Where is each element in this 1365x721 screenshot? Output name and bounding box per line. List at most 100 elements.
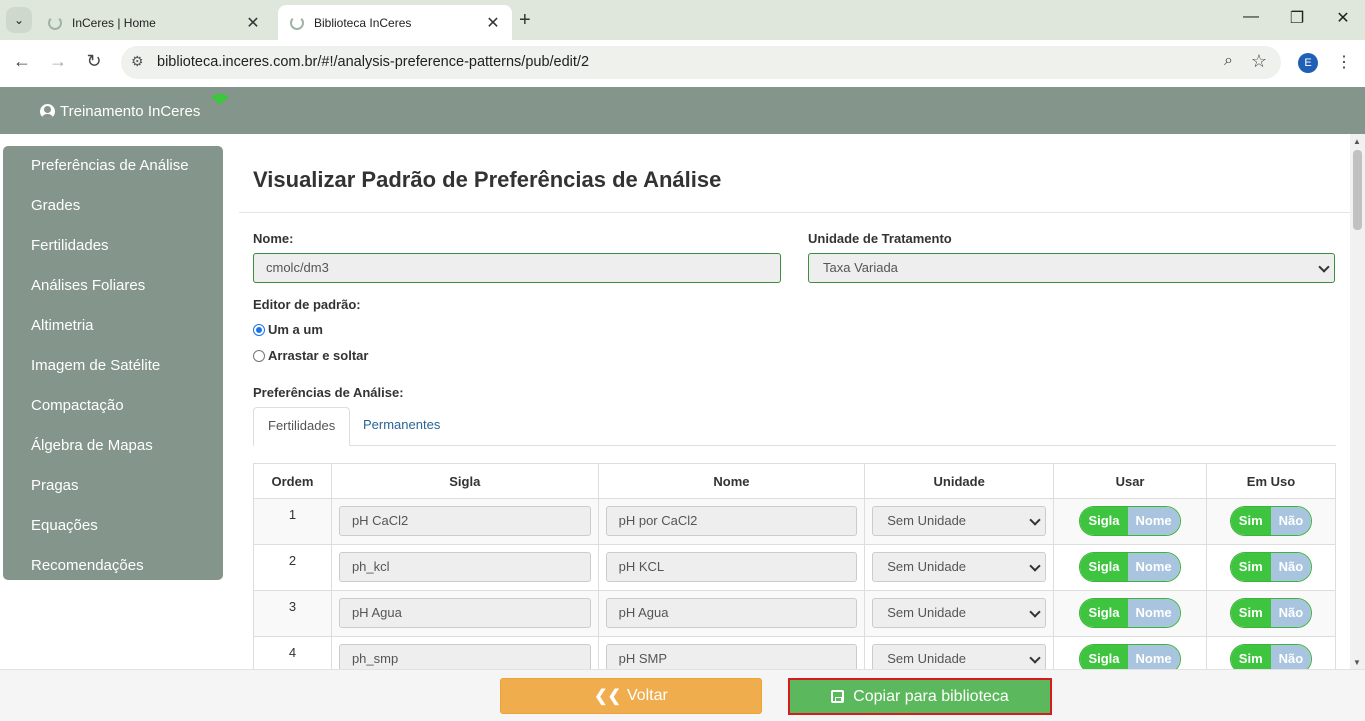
sidebar: Preferências de Análise Grades Fertilida… xyxy=(3,146,223,580)
unidade-value: Sem Unidade xyxy=(887,559,967,574)
emuso-toggle[interactable]: Sim Não xyxy=(1229,506,1313,536)
sidebar-item-analises-foliares[interactable]: Análises Foliares xyxy=(3,275,223,315)
unit-select[interactable]: Taxa Variada xyxy=(808,253,1335,283)
divider xyxy=(239,212,1350,213)
double-chevron-left-icon: ❮❮ xyxy=(594,688,621,705)
emuso-toggle[interactable]: Sim Não xyxy=(1229,552,1313,582)
toggle-off-label: Não xyxy=(1270,645,1312,669)
back-arrow-icon[interactable]: ← xyxy=(9,51,35,72)
usar-toggle[interactable]: Sigla Nome xyxy=(1079,598,1181,628)
column-header: Unidade xyxy=(864,463,1055,499)
scroll-down-arrow-icon[interactable]: ▼ xyxy=(1353,658,1361,667)
usar-cell: Sigla Nome xyxy=(1053,636,1208,669)
unidade-select[interactable]: Sem Unidade xyxy=(872,506,1047,536)
browser-tab-home[interactable]: InCeres | Home ✕ xyxy=(36,5,272,40)
chevron-down-icon xyxy=(1318,261,1330,273)
site-settings-icon[interactable]: ⚙ xyxy=(131,53,144,70)
nome-cell: pH por CaCl2 xyxy=(597,498,866,545)
browser-menu-icon[interactable]: ⋮ xyxy=(1336,52,1352,72)
table-row: 2 ph_kcl pH KCL Sem Unidade Sigla Nome Si… xyxy=(253,544,1336,591)
scrollbar-thumb[interactable] xyxy=(1353,150,1362,230)
zoom-icon[interactable]: ⌕ xyxy=(1224,52,1233,70)
emuso-cell: Sim Não xyxy=(1206,590,1336,637)
profile-avatar[interactable]: E xyxy=(1298,53,1318,73)
column-header: Em Uso xyxy=(1206,463,1336,499)
preferences-table: Ordem Sigla Nome Unidade Usar Em Uso 1 p… xyxy=(253,463,1336,669)
sigla-cell: pH Agua xyxy=(330,590,599,637)
sidebar-item-imagem-satelite[interactable]: Imagem de Satélite xyxy=(3,355,223,395)
sigla-input[interactable]: pH CaCl2 xyxy=(338,506,591,536)
unidade-value: Sem Unidade xyxy=(887,651,967,666)
unidade-value: Sem Unidade xyxy=(887,513,967,528)
sigla-input[interactable]: ph_smp xyxy=(338,644,591,669)
copy-to-library-button[interactable]: Copiar para biblioteca xyxy=(788,678,1052,715)
close-tab-icon[interactable]: ✕ xyxy=(242,13,264,33)
close-tab-icon[interactable]: ✕ xyxy=(482,13,504,33)
unidade-select[interactable]: Sem Unidade xyxy=(872,598,1047,628)
toggle-off-label: Não xyxy=(1270,507,1312,535)
radio-checked-icon[interactable] xyxy=(253,323,265,336)
usar-toggle[interactable]: Sigla Nome xyxy=(1079,506,1181,536)
app-header: Treinamento InCeres xyxy=(0,87,1365,134)
copy-button-label: Copiar para biblioteca xyxy=(853,687,1009,705)
tab-title: Biblioteca InCeres xyxy=(314,15,412,30)
sigla-cell: pH CaCl2 xyxy=(330,498,599,545)
user-circle-icon xyxy=(40,104,55,119)
back-button[interactable]: ❮❮ Voltar xyxy=(500,678,762,714)
nome-input[interactable]: pH por CaCl2 xyxy=(605,506,858,536)
name-field[interactable]: cmolc/dm3 xyxy=(253,253,781,283)
scroll-up-arrow-icon[interactable]: ▲ xyxy=(1353,137,1361,146)
usar-cell: Sigla Nome xyxy=(1053,544,1208,591)
user-menu[interactable]: Treinamento InCeres xyxy=(40,103,200,120)
nome-input[interactable]: pH Agua xyxy=(605,598,858,628)
toggle-off-label: Não xyxy=(1270,553,1312,581)
emuso-toggle[interactable]: Sim Não xyxy=(1229,644,1313,669)
editor-option-drag-drop[interactable]: Arrastar e soltar xyxy=(253,348,368,363)
order-cell: 3 xyxy=(253,590,332,637)
nome-input[interactable]: pH SMP xyxy=(605,644,858,669)
sidebar-item-altimetria[interactable]: Altimetria xyxy=(3,315,223,355)
table-row: 4 ph_smp pH SMP Sem Unidade Sigla Nome Si… xyxy=(253,636,1336,669)
address-bar[interactable]: ⚙ biblioteca.inceres.com.br/#!/analysis-… xyxy=(121,46,1281,79)
forward-arrow-icon[interactable]: → xyxy=(45,51,71,72)
sidebar-item-compactacao[interactable]: Compactação xyxy=(3,395,223,435)
sidebar-item-fertilidades[interactable]: Fertilidades xyxy=(3,235,223,275)
sidebar-item-grades[interactable]: Grades xyxy=(3,195,223,235)
sidebar-item-equacoes[interactable]: Equações xyxy=(3,515,223,555)
editor-option-one-by-one[interactable]: Um a um xyxy=(253,322,323,337)
tab-search-button[interactable]: ⌄ xyxy=(6,7,32,33)
sigla-input[interactable]: ph_kcl xyxy=(338,552,591,582)
sidebar-item-preferencias[interactable]: Preferências de Análise xyxy=(3,155,223,195)
usar-toggle[interactable]: Sigla Nome xyxy=(1079,644,1181,669)
order-cell: 2 xyxy=(253,544,332,591)
sidebar-item-pragas[interactable]: Pragas xyxy=(3,475,223,515)
reload-icon[interactable]: ↻ xyxy=(81,51,107,72)
tab-fertilidades[interactable]: Fertilidades xyxy=(253,407,351,446)
tab-permanentes[interactable]: Permanentes xyxy=(349,407,454,446)
restore-icon[interactable]: ❐ xyxy=(1274,8,1320,28)
radio-unchecked-icon[interactable] xyxy=(253,349,265,362)
chevron-down-icon xyxy=(1029,652,1041,664)
url-text[interactable]: biblioteca.inceres.com.br/#!/analysis-pr… xyxy=(157,54,589,70)
page-scrollbar[interactable]: ▲ ▼ xyxy=(1350,134,1365,669)
usar-toggle[interactable]: Sigla Nome xyxy=(1079,552,1181,582)
nome-input[interactable]: pH KCL xyxy=(605,552,858,582)
back-button-label: Voltar xyxy=(626,687,668,704)
new-tab-button[interactable]: + xyxy=(519,9,531,32)
toggle-on-label: Sigla xyxy=(1080,645,1128,669)
emuso-toggle[interactable]: Sim Não xyxy=(1229,598,1313,628)
unidade-select[interactable]: Sem Unidade xyxy=(872,552,1047,582)
bookmark-star-icon[interactable]: ☆ xyxy=(1251,51,1267,72)
emuso-cell: Sim Não xyxy=(1206,636,1336,669)
loading-icon xyxy=(48,15,62,30)
unidade-select[interactable]: Sem Unidade xyxy=(872,644,1047,669)
unidade-cell: Sem Unidade xyxy=(864,544,1055,591)
browser-tab-biblioteca[interactable]: Biblioteca InCeres ✕ xyxy=(278,5,512,40)
window-close-icon[interactable]: ✕ xyxy=(1320,8,1365,28)
sidebar-item-algebra-mapas[interactable]: Álgebra de Mapas xyxy=(3,435,223,475)
sigla-input[interactable]: pH Agua xyxy=(338,598,591,628)
sigla-cell: ph_kcl xyxy=(330,544,599,591)
minimize-icon[interactable]: — xyxy=(1228,8,1274,26)
sidebar-item-recomendacoes[interactable]: Recomendações xyxy=(3,555,223,595)
browser-toolbar: ← → ↻ ⚙ biblioteca.inceres.com.br/#!/ana… xyxy=(0,40,1365,87)
